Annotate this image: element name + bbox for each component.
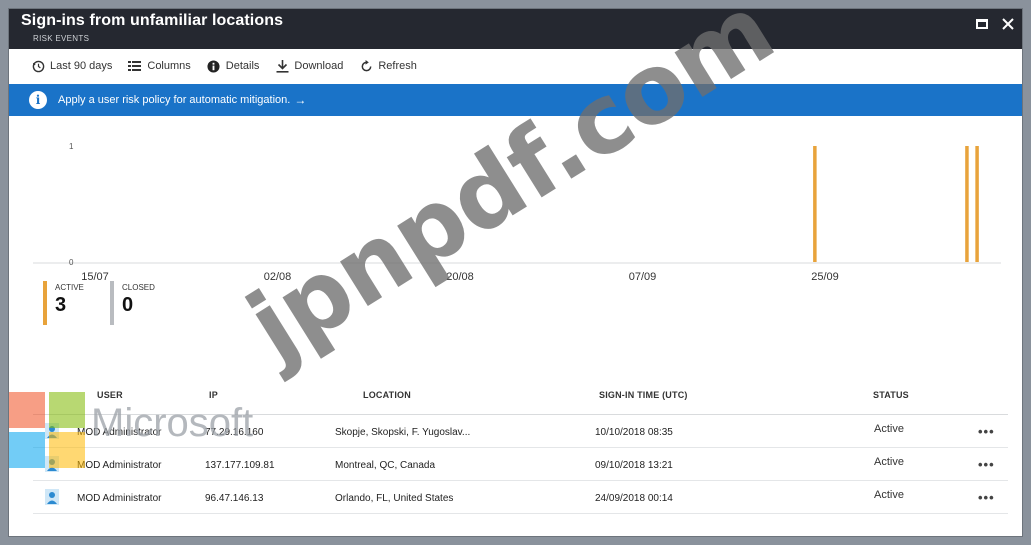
column-header-location[interactable]: LOCATION bbox=[363, 390, 411, 400]
last-90-days-label: Last 90 days bbox=[50, 60, 113, 72]
x-tick-label: 15/07 bbox=[81, 271, 109, 283]
y-tick-label: 1 bbox=[69, 142, 74, 151]
row-status: Active bbox=[874, 456, 904, 468]
download-label: Download bbox=[294, 60, 344, 72]
user-icon bbox=[45, 489, 59, 505]
columns-icon bbox=[128, 59, 142, 73]
active-counter[interactable]: ACTIVE 3 bbox=[43, 281, 84, 325]
download-button[interactable]: Download bbox=[275, 59, 343, 73]
risk-events-table: USER IP LOCATION SIGN-IN TIME (UTC) STAT… bbox=[33, 379, 1008, 514]
details-label: Details bbox=[225, 60, 260, 72]
arrow-right-icon: → bbox=[294, 93, 307, 107]
table-row[interactable]: MOD Administrator 96.47.146.13 Orlando, … bbox=[33, 481, 1008, 514]
banner-info-icon: i bbox=[29, 91, 47, 109]
row-status: Active bbox=[874, 423, 904, 435]
refresh-button[interactable]: Refresh bbox=[359, 59, 417, 73]
refresh-icon bbox=[359, 59, 373, 73]
microsoft-brand-text: Microsoft bbox=[91, 401, 254, 445]
columns-button[interactable]: Columns bbox=[128, 59, 191, 73]
x-tick-label: 25/09 bbox=[811, 271, 839, 283]
closed-counter[interactable]: CLOSED 0 bbox=[110, 281, 155, 325]
risk-events-blade: Sign-ins from unfamiliar locations RISK … bbox=[8, 8, 1023, 537]
maximize-icon bbox=[976, 19, 988, 29]
row-ip: 96.47.146.13 bbox=[205, 493, 264, 504]
info-icon bbox=[207, 59, 221, 73]
last-90-days-button[interactable]: Last 90 days bbox=[31, 59, 112, 73]
refresh-label: Refresh bbox=[378, 60, 417, 72]
closed-counter-label: CLOSED bbox=[122, 283, 155, 292]
row-ip: 137.177.109.81 bbox=[205, 460, 275, 471]
history-icon bbox=[31, 59, 45, 73]
row-sign-in-time: 09/10/2018 13:21 bbox=[595, 460, 673, 471]
x-tick-label: 07/09 bbox=[629, 271, 657, 283]
blade-subtitle: RISK EVENTS bbox=[33, 34, 90, 43]
column-header-user[interactable]: USER bbox=[97, 390, 123, 400]
closed-counter-value: 0 bbox=[122, 294, 134, 316]
table-row[interactable]: MOD Administrator 137.177.109.81 Montrea… bbox=[33, 448, 1008, 481]
active-counter-value: 3 bbox=[55, 294, 67, 316]
active-counter-label: ACTIVE bbox=[55, 283, 84, 292]
microsoft-logo-watermark bbox=[9, 392, 99, 472]
close-button[interactable] bbox=[999, 15, 1017, 33]
row-user: MOD Administrator bbox=[77, 493, 162, 504]
column-header-sign-in-time[interactable]: SIGN-IN TIME (UTC) bbox=[599, 390, 688, 400]
column-header-status[interactable]: STATUS bbox=[873, 390, 909, 400]
column-header-ip[interactable]: IP bbox=[209, 390, 218, 400]
blade-title: Sign-ins from unfamiliar locations bbox=[21, 12, 284, 29]
row-status: Active bbox=[874, 489, 904, 501]
details-button[interactable]: Details bbox=[207, 59, 260, 73]
y-tick-label: 0 bbox=[69, 258, 74, 267]
more-options-icon[interactable]: ••• bbox=[978, 490, 995, 505]
command-toolbar: Last 90 days Columns Details Download Re… bbox=[9, 49, 1022, 83]
row-sign-in-time: 24/09/2018 00:14 bbox=[595, 493, 673, 504]
chart-bar bbox=[975, 146, 979, 262]
close-icon bbox=[1002, 18, 1014, 30]
download-icon bbox=[275, 59, 289, 73]
columns-label: Columns bbox=[147, 60, 191, 72]
title-bar: Sign-ins from unfamiliar locations RISK … bbox=[9, 9, 1022, 49]
more-options-icon[interactable]: ••• bbox=[978, 457, 995, 472]
row-sign-in-time: 10/10/2018 08:35 bbox=[595, 427, 673, 438]
more-options-icon[interactable]: ••• bbox=[978, 424, 995, 439]
row-location: Orlando, FL, United States bbox=[335, 493, 454, 504]
row-location: Montreal, QC, Canada bbox=[335, 460, 436, 471]
chart-bar bbox=[813, 146, 817, 262]
chart-bar bbox=[965, 146, 969, 262]
maximize-button[interactable] bbox=[973, 15, 991, 33]
row-location: Skopje, Skopski, F. Yugoslav... bbox=[335, 427, 471, 438]
banner-text: Apply a user risk policy for automatic m… bbox=[58, 94, 291, 106]
